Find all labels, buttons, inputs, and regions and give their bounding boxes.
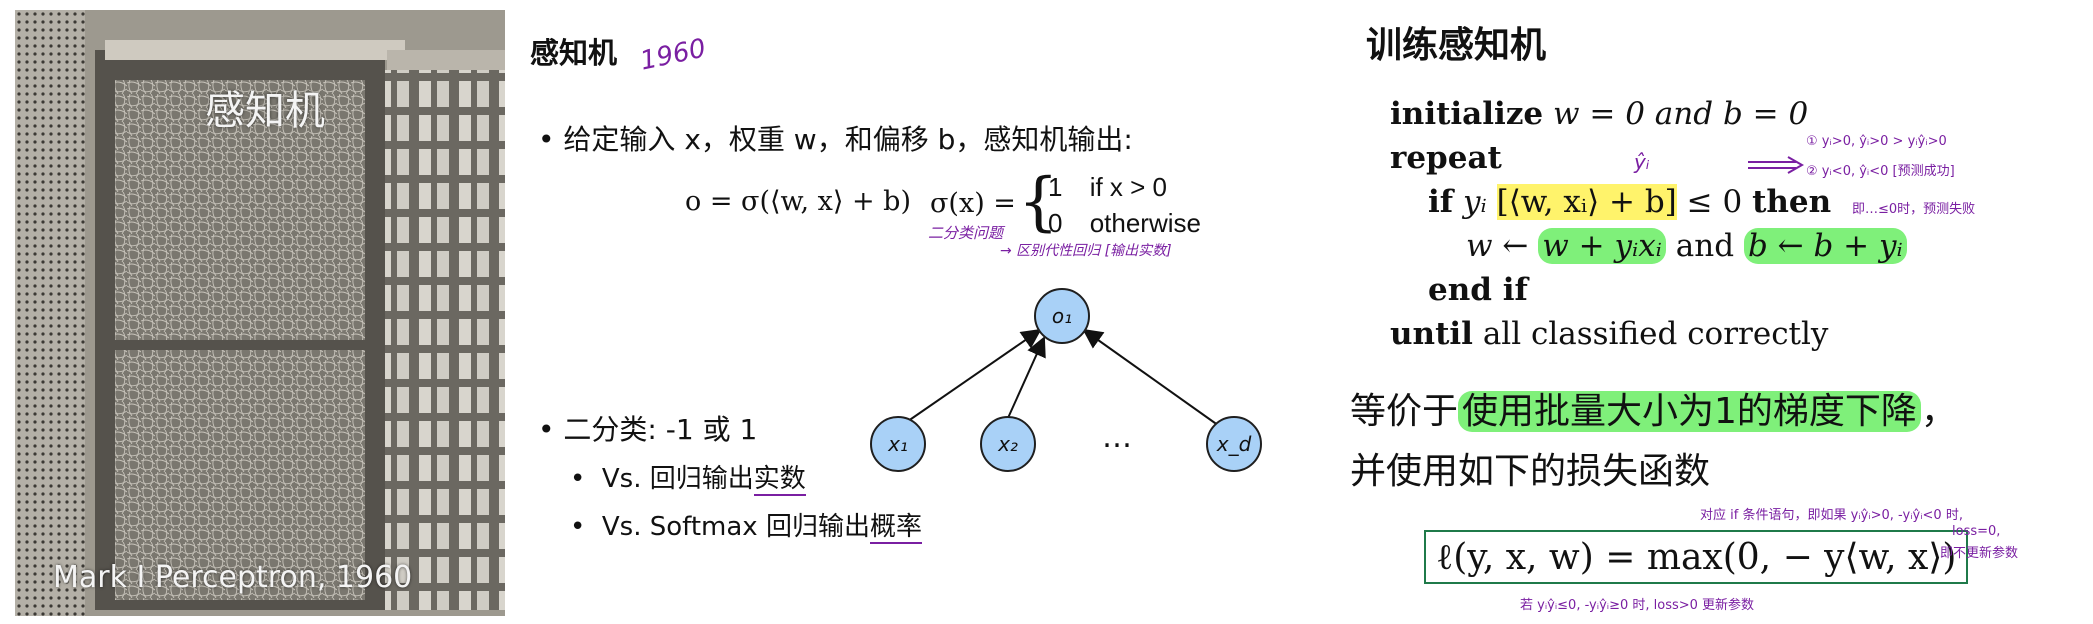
w-update-highlight: w + yᵢxᵢ xyxy=(1538,228,1666,264)
sub-bullet-dot: • xyxy=(570,512,602,542)
kw-end-if: end if xyxy=(1428,272,1528,308)
node-o1: o₁ xyxy=(1034,288,1090,344)
sigma-case-1-condition: if x > 0 xyxy=(1089,172,1168,202)
cases-note-2: ② yᵢ<0, ŷᵢ<0 [预测成功] xyxy=(1806,164,1955,179)
init-rest: w = 0 and b = 0 xyxy=(1553,96,1809,132)
loss-note-3: 即不更新参数 xyxy=(1940,546,2019,561)
until-rest: all classified correctly xyxy=(1482,316,1829,352)
kw-until: until xyxy=(1390,316,1473,352)
fail-note: 即…≤0时，预测失败 xyxy=(1852,202,1976,217)
node-x1: x₁ xyxy=(870,416,926,472)
edge-xd-o1 xyxy=(1082,328,1223,429)
node-ellipsis: … xyxy=(1102,420,1132,455)
perceptron-formula: o = σ(⟨w, x⟩ + b) xyxy=(685,186,911,217)
probability-underlined: 概率 xyxy=(869,512,922,544)
algo-if: if yᵢ [⟨w, xᵢ⟩ + b] ≤ 0 then xyxy=(1428,184,1831,220)
loss-note-1: 对应 if 条件语句，即如果 yᵢŷᵢ>0, -yᵢŷᵢ<0 时, xyxy=(1700,508,1963,523)
year-handwritten-note: 1960 xyxy=(637,33,709,77)
edge-x2-o1 xyxy=(1007,336,1046,419)
if-cond-rest: ≤ 0 xyxy=(1686,184,1743,220)
sigma-case-1: 1 if x > 0 xyxy=(1048,172,1167,203)
kw-initialize: initialize xyxy=(1390,96,1544,132)
bullet-dot: • xyxy=(538,413,564,446)
binary-note: 二分类问题 xyxy=(928,224,1004,242)
bullet-output-text: 给定输入 x，权重 w，和偏移 b，感知机输出: xyxy=(563,123,1133,156)
bullet-dot: • xyxy=(538,123,564,156)
photo-label: 感知机 xyxy=(205,88,325,134)
bullet-binary: • 二分类: -1 或 1 xyxy=(538,408,757,448)
sub-bullet-softmax: • Vs. Softmax 回归输出概率 xyxy=(570,506,922,544)
b-update-highlight: b ← b + yᵢ xyxy=(1743,228,1907,264)
perceptron-title: 感知机 xyxy=(530,36,618,70)
kw-if: if xyxy=(1428,184,1454,220)
real-number-underlined: 实数 xyxy=(753,464,806,496)
sigma-case-0: 0 otherwise xyxy=(1048,208,1201,239)
bullet-binary-text: 二分类: -1 或 1 xyxy=(563,413,758,446)
loss-function-box: ℓ(y, x, w) = max(0, − y⟨w, x⟩) xyxy=(1424,530,1969,584)
sub-bullet-softmax-text: Vs. Softmax 回归输出 xyxy=(601,512,870,542)
algo-initialize: initialize w = 0 and b = 0 xyxy=(1390,96,1808,132)
bullet-output: • 给定输入 x，权重 w，和偏移 b，感知机输出: xyxy=(538,118,1133,158)
cases-note-1: ① yᵢ>0, ŷᵢ>0 > yᵢŷᵢ>0 xyxy=(1806,134,1947,149)
kw-then: then xyxy=(1752,184,1832,220)
sigma-case-0-condition: otherwise xyxy=(1089,208,1201,238)
loss-note-2: loss=0, xyxy=(1952,524,2001,539)
regression-note: → 区别代性回归 [输出实数] xyxy=(1000,243,1172,259)
equiv-prefix: 等价于 xyxy=(1350,391,1459,432)
sgd-batch1-highlight: 使用批量大小为1的梯度下降 xyxy=(1458,391,1921,432)
sigma-case-0-value: 0 xyxy=(1048,208,1063,238)
sub-bullet-regression: • Vs. 回归输出实数 xyxy=(570,458,806,496)
training-title: 训练感知机 xyxy=(1366,25,1547,66)
kw-repeat: repeat xyxy=(1390,140,1502,176)
prediction-highlight: [⟨w, xᵢ⟩ + b] xyxy=(1496,184,1677,220)
algo-until: until all classified correctly xyxy=(1390,316,1828,352)
update-and: and xyxy=(1675,228,1735,264)
edge-x1-o1 xyxy=(897,328,1042,429)
node-xd: x_d xyxy=(1206,416,1262,472)
sub-bullet-dot: • xyxy=(570,464,602,494)
loss-note-4: 若 yᵢŷᵢ≤0, -yᵢŷᵢ≥0 时, loss>0 更新参数 xyxy=(1520,598,1755,613)
perceptron-photo: 感知机 Mark I Perceptron, 1960 xyxy=(15,10,505,616)
if-yi: yᵢ xyxy=(1462,184,1487,220)
node-x2: x₂ xyxy=(980,416,1036,472)
yhat-note: ŷᵢ xyxy=(1634,150,1650,174)
sigma-lhs: σ(x) = xyxy=(930,188,1016,219)
equivalence-line-2: 并使用如下的损失函数 xyxy=(1350,451,1711,492)
photo-caption: Mark I Perceptron, 1960 xyxy=(53,560,413,595)
sub-bullet-regression-text: Vs. 回归输出 xyxy=(601,464,754,494)
equivalence-line-1: 等价于 使用批量大小为1的梯度下降， xyxy=(1350,382,1957,434)
equiv-suffix: ， xyxy=(1920,391,1957,432)
algo-update: w ← w + yᵢxᵢ and b ← b + yᵢ xyxy=(1466,228,1907,264)
update-lhs: w ← xyxy=(1466,228,1529,264)
double-arrow-icon xyxy=(1748,156,1805,174)
sigma-case-1-value: 1 xyxy=(1048,172,1063,202)
